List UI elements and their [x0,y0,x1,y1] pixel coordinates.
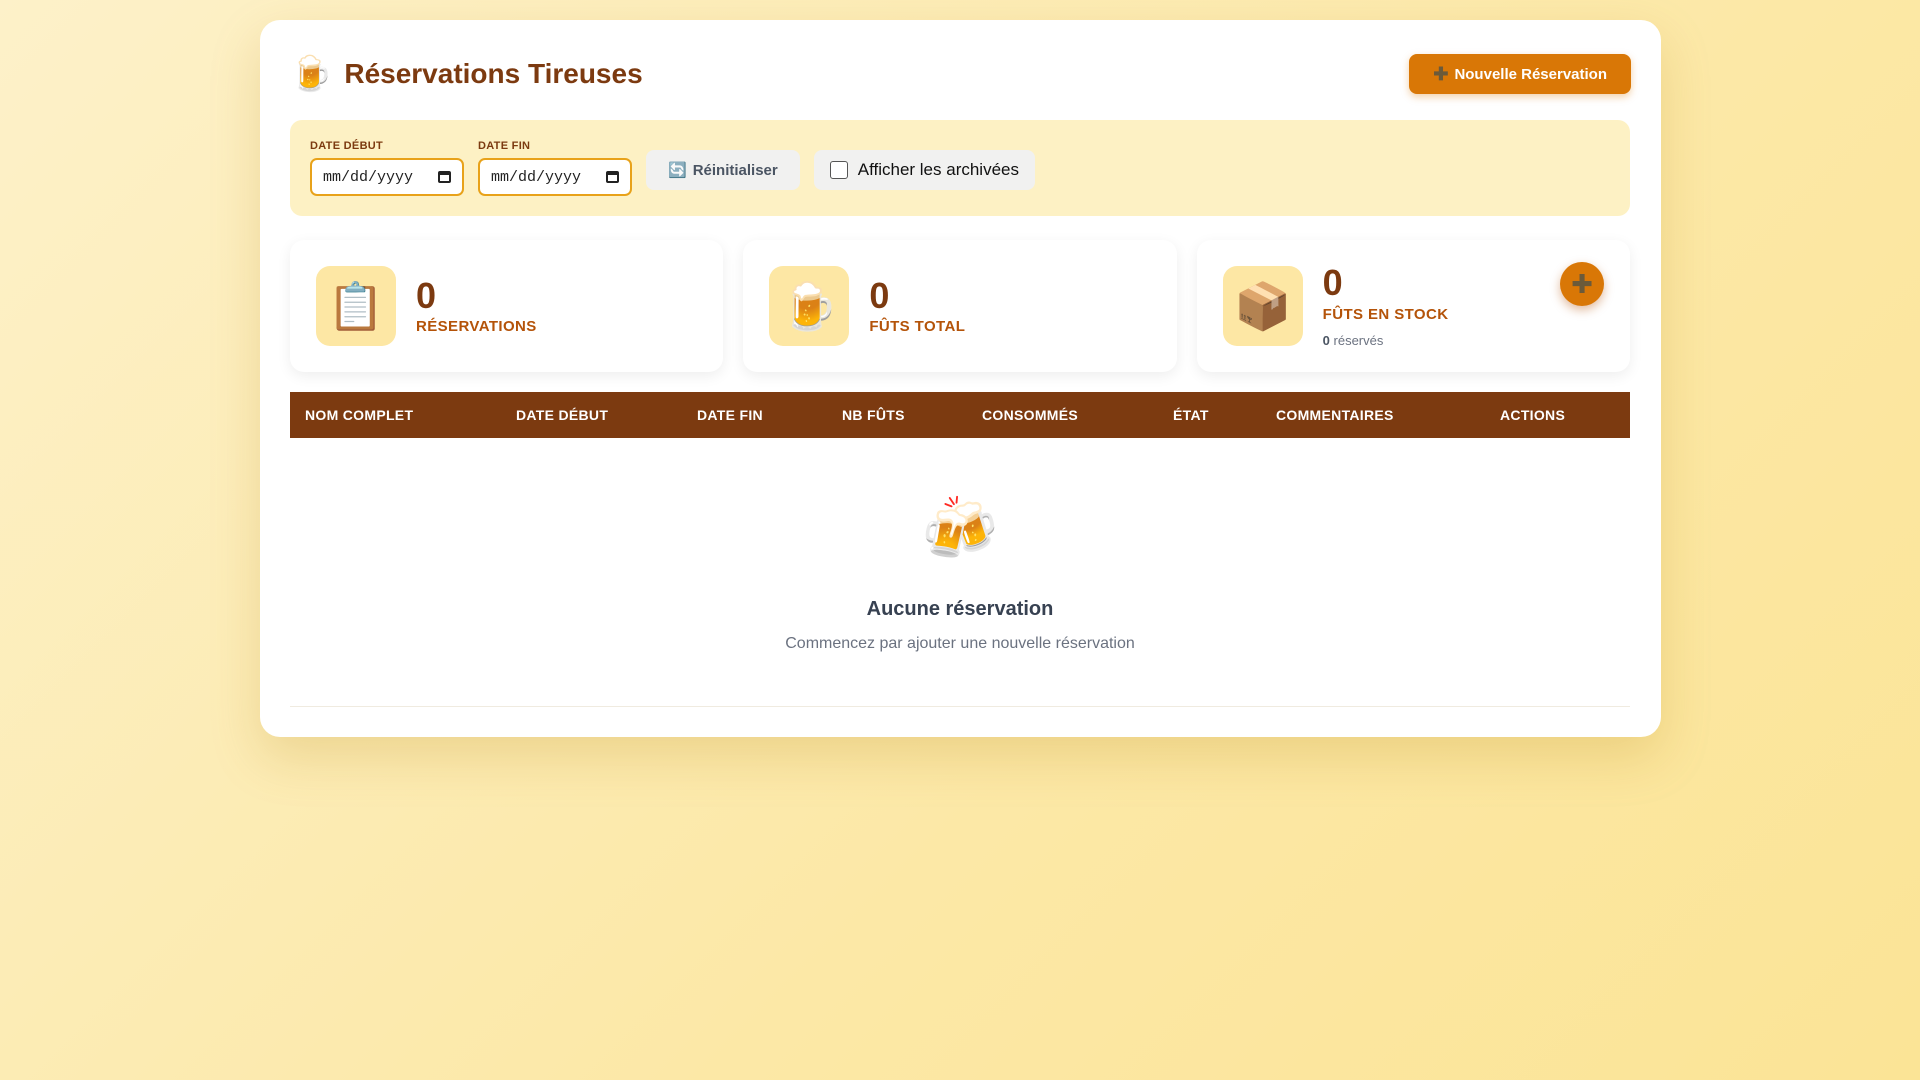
empty-state-title: Aucune réservation [866,598,1054,620]
calendar-icon[interactable] [606,171,619,183]
date-start-value: mm/dd/yyyy [323,168,414,186]
filter-bar: DATE DÉBUT mm/dd/yyyy DATE FIN mm/dd/yyy… [290,120,1630,216]
stat-value: 0 [869,274,890,316]
stat-label: RÉSERVATIONS [416,318,537,336]
show-archived-toggle[interactable]: Afficher les archivées [813,150,1035,190]
clinking-beer-mugs-icon: 🍻 [921,492,999,565]
stat-reserved-count: 0 réservés [1323,333,1449,348]
column-header-comments[interactable]: COMMENTAIRES [1276,392,1394,438]
show-archived-checkbox[interactable] [829,161,848,179]
stat-label: FÛTS TOTAL [869,318,966,336]
date-end-value: mm/dd/yyyy [491,168,582,186]
divider [290,706,1630,707]
column-header-end-date[interactable]: DATE FIN [697,392,763,438]
date-start-input[interactable]: mm/dd/yyyy [310,158,464,196]
column-header-state[interactable]: ÉTAT [1173,392,1209,438]
date-end-input[interactable]: mm/dd/yyyy [478,158,632,196]
beer-mug-icon: 🍺 [290,54,333,94]
column-header-keg-count[interactable]: NB FÛTS [842,392,905,438]
table-header: NOM COMPLET DATE DÉBUT DATE FIN NB FÛTS … [290,392,1630,438]
reset-label: Réinitialiser [692,161,778,179]
stat-card-kegs-stock: 📦 0 FÛTS EN STOCK 0 réservés ✚ [1196,240,1630,372]
date-start-field: DATE DÉBUT mm/dd/yyyy [310,140,464,196]
stat-value: 0 [416,274,437,316]
date-end-field: DATE FIN mm/dd/yyyy [478,140,632,196]
plus-icon: ✚ [1571,268,1593,299]
column-header-consumed[interactable]: CONSOMMÉS [982,392,1078,438]
plus-icon: ✚ [1433,63,1449,84]
date-start-label: DATE DÉBUT [310,140,384,152]
header: 🍺 Réservations Tireuses ✚ Nouvelle Réser… [290,50,1631,98]
stat-text: 0 FÛTS TOTAL [869,274,966,336]
refresh-icon: 🔄 [668,161,687,179]
stats-row: 📋 0 RÉSERVATIONS 🍺 0 FÛTS TOTAL 📦 0 FÛTS… [290,240,1630,372]
calendar-icon[interactable] [438,171,451,183]
add-stock-button[interactable]: ✚ [1559,262,1604,306]
show-archived-label: Afficher les archivées [857,160,1019,179]
reset-button[interactable]: 🔄 Réinitialiser [646,150,800,190]
package-icon: 📦 [1222,266,1303,346]
stat-value: 0 [1322,262,1343,304]
stat-label: FÛTS EN STOCK [1322,305,1449,323]
stat-text: 0 RÉSERVATIONS [416,274,537,336]
date-end-label: DATE FIN [478,140,531,152]
reserved-label: réservés [1333,332,1384,348]
stat-card-kegs-total: 🍺 0 FÛTS TOTAL [743,240,1177,372]
column-header-start-date[interactable]: DATE DÉBUT [516,392,608,438]
stat-card-reservations: 📋 0 RÉSERVATIONS [290,240,724,372]
reservations-panel: 🍺 Réservations Tireuses ✚ Nouvelle Réser… [260,20,1661,737]
page-title: Réservations Tireuses [344,58,643,89]
empty-state-subtitle: Commencez par ajouter une nouvelle réser… [785,635,1135,652]
new-reservation-label: Nouvelle Réservation [1454,65,1607,83]
empty-state: 🍻 Aucune réservation Commencez par ajout… [290,438,1630,696]
column-header-full-name[interactable]: NOM COMPLET [305,392,413,438]
title-wrap: 🍺 Réservations Tireuses [290,57,643,91]
column-header-actions: ACTIONS [1500,407,1566,423]
clipboard-icon: 📋 [316,266,396,346]
beer-mug-icon: 🍺 [769,266,850,346]
reserved-value: 0 [1322,332,1330,348]
new-reservation-button[interactable]: ✚ Nouvelle Réservation [1409,54,1631,94]
stat-text: 0 FÛTS EN STOCK 0 réservés [1323,264,1449,348]
